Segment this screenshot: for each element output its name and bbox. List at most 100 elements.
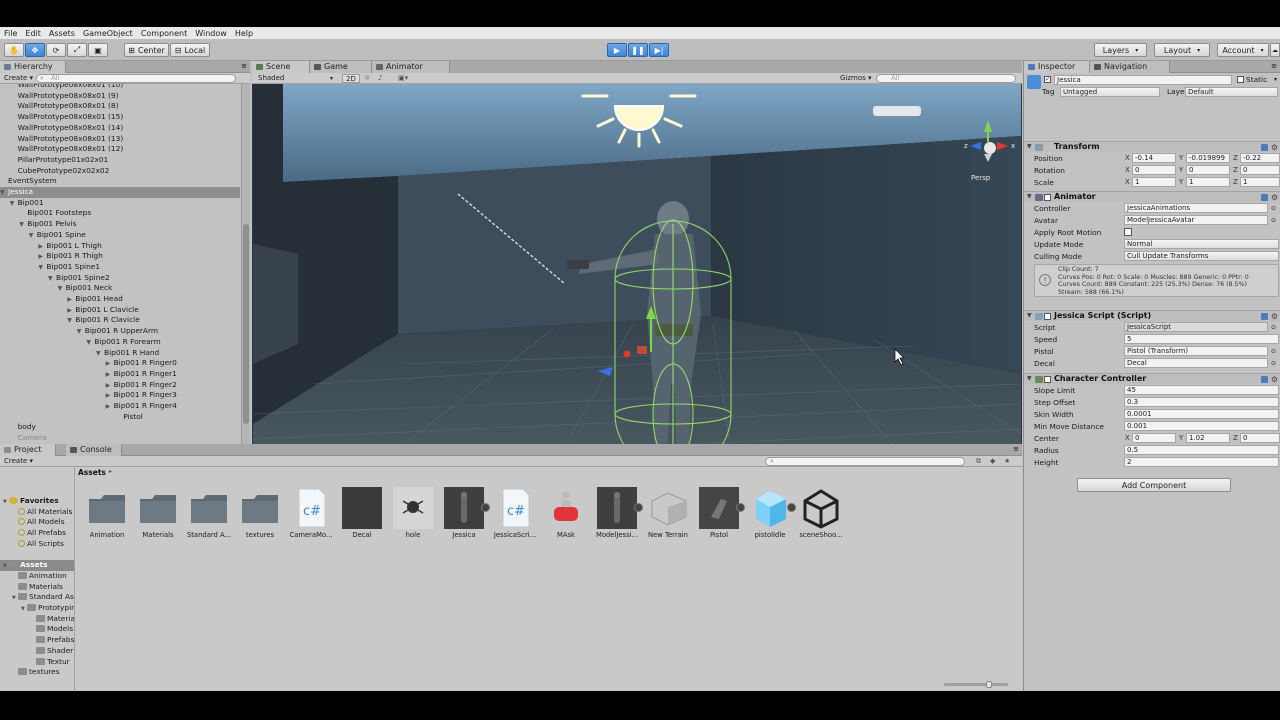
min-move-distance-field[interactable]: 0.001 xyxy=(1124,421,1279,431)
panel-menu-icon[interactable]: ≡ xyxy=(241,62,247,70)
cloud-button[interactable]: ☁ xyxy=(1270,43,1280,57)
expand-subassets-icon[interactable] xyxy=(481,503,490,512)
persp-label[interactable]: Persp xyxy=(971,174,990,182)
expand-arrow-icon[interactable]: ▼ xyxy=(1027,311,1032,321)
hierarchy-scroll-thumb[interactable] xyxy=(243,224,249,424)
asset-item[interactable]: pistolIdle xyxy=(745,487,796,541)
script-header[interactable]: ▼ Jessica Script (Script) ⚙ xyxy=(1024,310,1280,321)
culling-mode-dropdown[interactable]: Cull Update Transforms xyxy=(1124,251,1279,261)
hierarchy-item[interactable]: CubePrototype02x02x02 xyxy=(0,166,240,177)
gizmos-dropdown[interactable]: Gizmos ▾ xyxy=(840,74,872,83)
hierarchy-item[interactable]: ▶ Bip001 R Finger3 xyxy=(0,390,240,401)
apply-root-motion-checkbox[interactable] xyxy=(1124,228,1132,236)
object-picker-icon[interactable]: ⊙ xyxy=(1271,203,1276,214)
menu-edit[interactable]: Edit xyxy=(21,29,45,38)
hierarchy-item[interactable]: WallPrototype08x08x01 (8) xyxy=(0,101,240,112)
hierarchy-item[interactable]: ▶ Bip001 R Finger0 xyxy=(0,358,240,369)
menu-window[interactable]: Window xyxy=(191,29,231,38)
object-picker-icon[interactable]: ⊙ xyxy=(1271,346,1276,357)
hierarchy-item[interactable]: WallPrototype08x08x01 (9) xyxy=(0,91,240,102)
cc-enabled-checkbox[interactable] xyxy=(1044,376,1051,383)
radius-field[interactable]: 0.5 xyxy=(1124,445,1279,455)
layers-dropdown[interactable]: Layers ▾ xyxy=(1094,43,1147,57)
tab-inspector[interactable]: Inspector xyxy=(1024,61,1090,73)
object-picker-icon[interactable]: ⊙ xyxy=(1271,322,1276,333)
scale-x-field[interactable]: 1 xyxy=(1132,177,1176,187)
menu-assets[interactable]: Assets xyxy=(45,29,79,38)
hierarchy-item[interactable]: ▼ Bip001 Spine1 xyxy=(0,262,240,273)
project-tree-item[interactable]: All Models xyxy=(0,517,65,528)
hierarchy-item[interactable]: Pistol xyxy=(0,412,240,423)
hierarchy-item[interactable]: ▼ Bip001 Neck xyxy=(0,283,240,294)
scene-viewport[interactable]: z x Persp xyxy=(253,84,1021,468)
gear-icon[interactable]: ⚙ xyxy=(1271,143,1278,153)
hierarchy-item[interactable]: ▼ Bip001 Spine xyxy=(0,230,240,241)
update-mode-dropdown[interactable]: Normal xyxy=(1124,239,1279,249)
asset-item[interactable]: MAsk xyxy=(541,487,591,541)
project-tree-item[interactable]: Textur xyxy=(0,657,70,668)
tab-scene[interactable]: Scene xyxy=(252,61,310,73)
object-picker-icon[interactable]: ⊙ xyxy=(1271,358,1276,369)
asset-item[interactable]: Standard A... xyxy=(184,487,234,541)
hierarchy-item[interactable]: ▶ Bip001 L Clavicle xyxy=(0,305,240,316)
play-button[interactable]: ▶ xyxy=(607,43,627,57)
project-tree-item[interactable]: Materials xyxy=(0,582,63,593)
menu-help[interactable]: Help xyxy=(231,29,257,38)
project-tree-item[interactable]: ▼ Assets xyxy=(0,560,74,571)
center-y-field[interactable]: 1.02 xyxy=(1186,433,1230,443)
expand-subassets-icon[interactable] xyxy=(634,503,643,512)
gear-icon[interactable]: ⚙ xyxy=(1271,375,1278,385)
pivot-center-button[interactable]: ⊞ Center xyxy=(124,43,169,57)
position-y-field[interactable]: -0.019899 xyxy=(1186,153,1230,163)
hierarchy-search-input[interactable]: All xyxy=(36,74,236,83)
help-book-icon[interactable] xyxy=(1261,376,1268,383)
project-tree-item[interactable]: Animation xyxy=(0,571,67,582)
gear-icon[interactable]: ⚙ xyxy=(1271,193,1278,203)
hierarchy-item[interactable]: body xyxy=(0,422,240,433)
project-tree-item[interactable]: Models xyxy=(0,624,73,635)
asset-item[interactable]: sceneShoo... xyxy=(796,487,846,541)
hierarchy-item[interactable]: WallPrototype08x08x01 (12) xyxy=(0,144,240,155)
tab-console[interactable]: Console xyxy=(66,444,122,456)
asset-item[interactable]: Jessica xyxy=(439,487,490,541)
asset-item[interactable]: ModelJessi... xyxy=(592,487,643,541)
project-tree-item[interactable]: ▼ Prototypin xyxy=(0,603,74,614)
object-name-field[interactable]: Jessica xyxy=(1054,75,1232,85)
panel-menu-icon[interactable]: ≡ xyxy=(1271,62,1277,70)
pause-button[interactable]: ❚❚ xyxy=(628,43,648,57)
project-search-input[interactable] xyxy=(765,457,965,466)
asset-item[interactable]: Decal xyxy=(337,487,387,541)
hierarchy-item[interactable]: PillarPrototype01x02x01 xyxy=(0,155,240,166)
center-x-field[interactable]: 0 xyxy=(1132,433,1176,443)
hierarchy-item[interactable]: WallPrototype08x08x01 (15) xyxy=(0,112,240,123)
transform-header[interactable]: ▼ Transform ⚙ xyxy=(1024,141,1280,152)
icon-size-thumb[interactable] xyxy=(986,681,992,688)
hierarchy-item[interactable]: ▼ Bip001 xyxy=(0,198,240,209)
hierarchy-item[interactable]: ▼ Bip001 R Forearm xyxy=(0,337,240,348)
center-z-field[interactable]: 0 xyxy=(1240,433,1280,443)
position-x-field[interactable]: -0.14 xyxy=(1132,153,1176,163)
hierarchy-item[interactable]: ▼ Bip001 R Hand xyxy=(0,348,240,359)
help-book-icon[interactable] xyxy=(1261,313,1268,320)
mode-2d-button[interactable]: 2D xyxy=(342,74,360,83)
character-controller-header[interactable]: ▼ Character Controller ⚙ xyxy=(1024,373,1280,384)
object-picker-icon[interactable]: ⊙ xyxy=(1271,215,1276,226)
pivot-local-button[interactable]: ⊟ Local xyxy=(170,43,210,57)
speed-field[interactable]: 5 xyxy=(1124,334,1279,344)
hierarchy-item[interactable]: ▶ Bip001 Head xyxy=(0,294,240,305)
hierarchy-item[interactable]: ▼ Jessica xyxy=(0,187,240,198)
layer-dropdown[interactable]: Default xyxy=(1185,87,1278,97)
hierarchy-item[interactable]: ▶ Bip001 R Finger2 xyxy=(0,380,240,391)
decal-field[interactable]: Decal xyxy=(1124,358,1268,368)
menu-component[interactable]: Component xyxy=(137,29,191,38)
project-tree-item[interactable]: All Prefabs xyxy=(0,528,66,539)
move-tool-button[interactable]: ✥ xyxy=(25,43,45,57)
controller-field[interactable]: JessicaAnimations xyxy=(1124,203,1268,213)
tab-navigation[interactable]: Navigation xyxy=(1090,61,1170,73)
audio-icon[interactable]: ♪ xyxy=(378,74,382,83)
project-tree-item[interactable]: Materia xyxy=(0,614,74,625)
asset-item[interactable]: c# JessicaScri... xyxy=(490,487,540,541)
project-create-button[interactable]: Create ▾ xyxy=(4,457,33,466)
hierarchy-item[interactable]: ▼ Bip001 R UpperArm xyxy=(0,326,240,337)
help-book-icon[interactable] xyxy=(1261,194,1268,201)
